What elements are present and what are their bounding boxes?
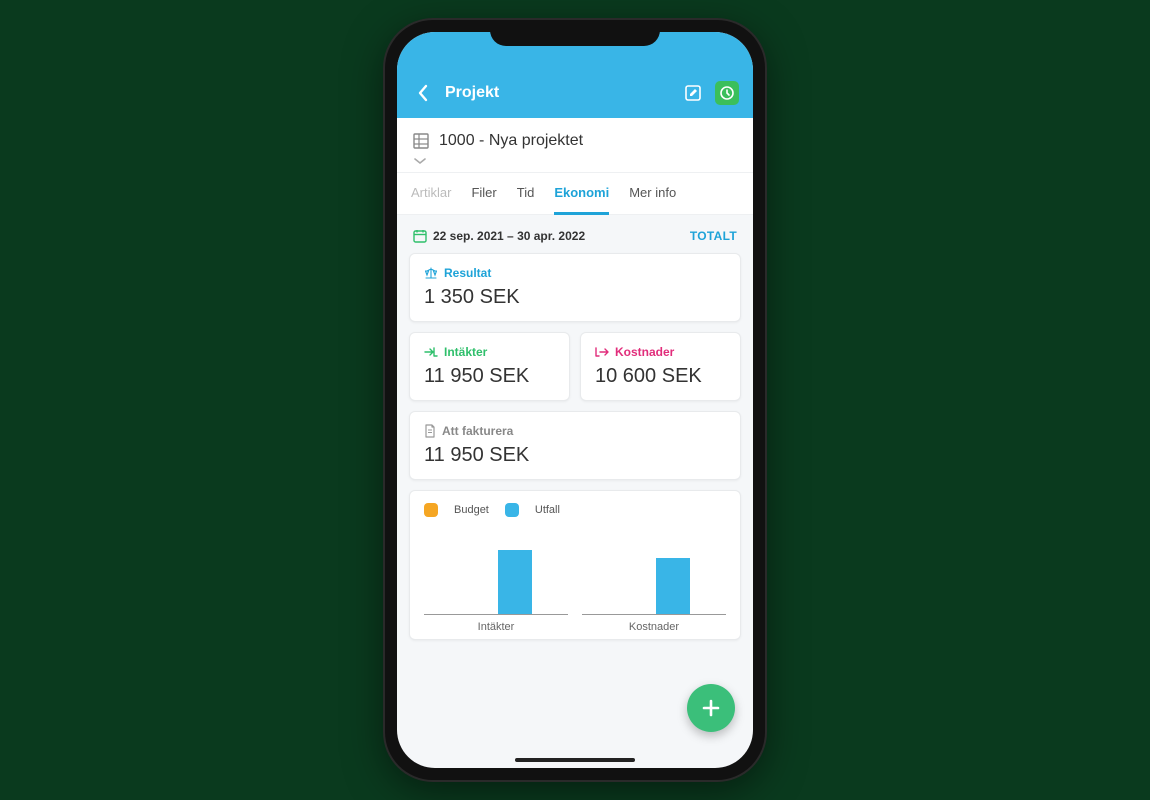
card-kostnader[interactable]: Kostnader 10 600 SEK bbox=[580, 332, 741, 401]
project-name: 1000 - Nya projektet bbox=[439, 132, 583, 150]
edit-button[interactable] bbox=[681, 81, 705, 105]
date-range-text[interactable]: 22 sep. 2021 – 30 apr. 2022 bbox=[433, 229, 690, 243]
edit-icon bbox=[684, 84, 702, 102]
grid-icon bbox=[413, 133, 429, 149]
att-fakturera-label: Att fakturera bbox=[442, 424, 513, 438]
resultat-value: 1 350 SEK bbox=[424, 286, 726, 309]
scale-icon bbox=[424, 267, 438, 279]
card-intakter[interactable]: Intäkter 11 950 SEK bbox=[409, 332, 570, 401]
legend-swatch-budget bbox=[424, 503, 438, 517]
content-area: 22 sep. 2021 – 30 apr. 2022 TOTALT Resul… bbox=[397, 215, 753, 700]
phone-frame: Projekt bbox=[385, 20, 765, 780]
legend-label-utfall: Utfall bbox=[535, 504, 560, 516]
phone-screen: Projekt bbox=[397, 32, 753, 768]
chevron-down-icon bbox=[413, 156, 427, 166]
header-title: Projekt bbox=[445, 84, 681, 102]
time-button[interactable] bbox=[715, 81, 739, 105]
chart-group-intakter: Intäkter bbox=[424, 535, 568, 633]
tab-ekonomi[interactable]: Ekonomi bbox=[554, 185, 609, 215]
arrow-out-icon bbox=[595, 346, 609, 358]
header-actions bbox=[681, 81, 739, 105]
card-resultat[interactable]: Resultat 1 350 SEK bbox=[409, 253, 741, 322]
intakter-value: 11 950 SEK bbox=[424, 365, 555, 388]
kostnader-value: 10 600 SEK bbox=[595, 365, 726, 388]
axis-label-intakter: Intäkter bbox=[478, 621, 515, 633]
resultat-label: Resultat bbox=[444, 266, 491, 280]
chart-legend: Budget Utfall bbox=[424, 503, 726, 517]
home-indicator bbox=[515, 758, 635, 762]
legend-label-budget: Budget bbox=[454, 504, 489, 516]
phone-notch bbox=[490, 20, 660, 46]
date-range-row: 22 sep. 2021 – 30 apr. 2022 TOTALT bbox=[409, 225, 741, 253]
expand-chevron[interactable] bbox=[413, 156, 737, 166]
intakter-label: Intäkter bbox=[444, 345, 487, 359]
chart-card: Budget Utfall Intäkter bbox=[409, 490, 741, 640]
kostnader-label: Kostnader bbox=[615, 345, 674, 359]
tab-filer[interactable]: Filer bbox=[471, 185, 496, 214]
project-selector[interactable]: 1000 - Nya projektet bbox=[397, 118, 753, 173]
chevron-left-icon bbox=[417, 84, 429, 102]
clock-icon bbox=[719, 85, 735, 101]
card-att-fakturera[interactable]: Att fakturera 11 950 SEK bbox=[409, 411, 741, 480]
add-button[interactable] bbox=[687, 684, 735, 732]
chart-area: Intäkter Kostnader bbox=[424, 535, 726, 633]
invoice-icon bbox=[424, 424, 436, 438]
arrow-in-icon bbox=[424, 346, 438, 358]
att-fakturera-value: 11 950 SEK bbox=[424, 444, 726, 467]
tab-tid[interactable]: Tid bbox=[517, 185, 535, 214]
tab-bar: Artiklar Filer Tid Ekonomi Mer info bbox=[397, 173, 753, 215]
bar-kostnader-utfall bbox=[656, 558, 690, 614]
tab-mer-info[interactable]: Mer info bbox=[629, 185, 676, 214]
axis-label-kostnader: Kostnader bbox=[629, 621, 679, 633]
bar-intakter-utfall bbox=[498, 550, 532, 614]
calendar-icon bbox=[413, 229, 427, 243]
chart-group-kostnader: Kostnader bbox=[582, 535, 726, 633]
legend-swatch-utfall bbox=[505, 503, 519, 517]
tab-artiklar[interactable]: Artiklar bbox=[411, 185, 451, 214]
plus-icon bbox=[700, 697, 722, 719]
total-toggle[interactable]: TOTALT bbox=[690, 229, 737, 243]
back-button[interactable] bbox=[411, 84, 435, 102]
